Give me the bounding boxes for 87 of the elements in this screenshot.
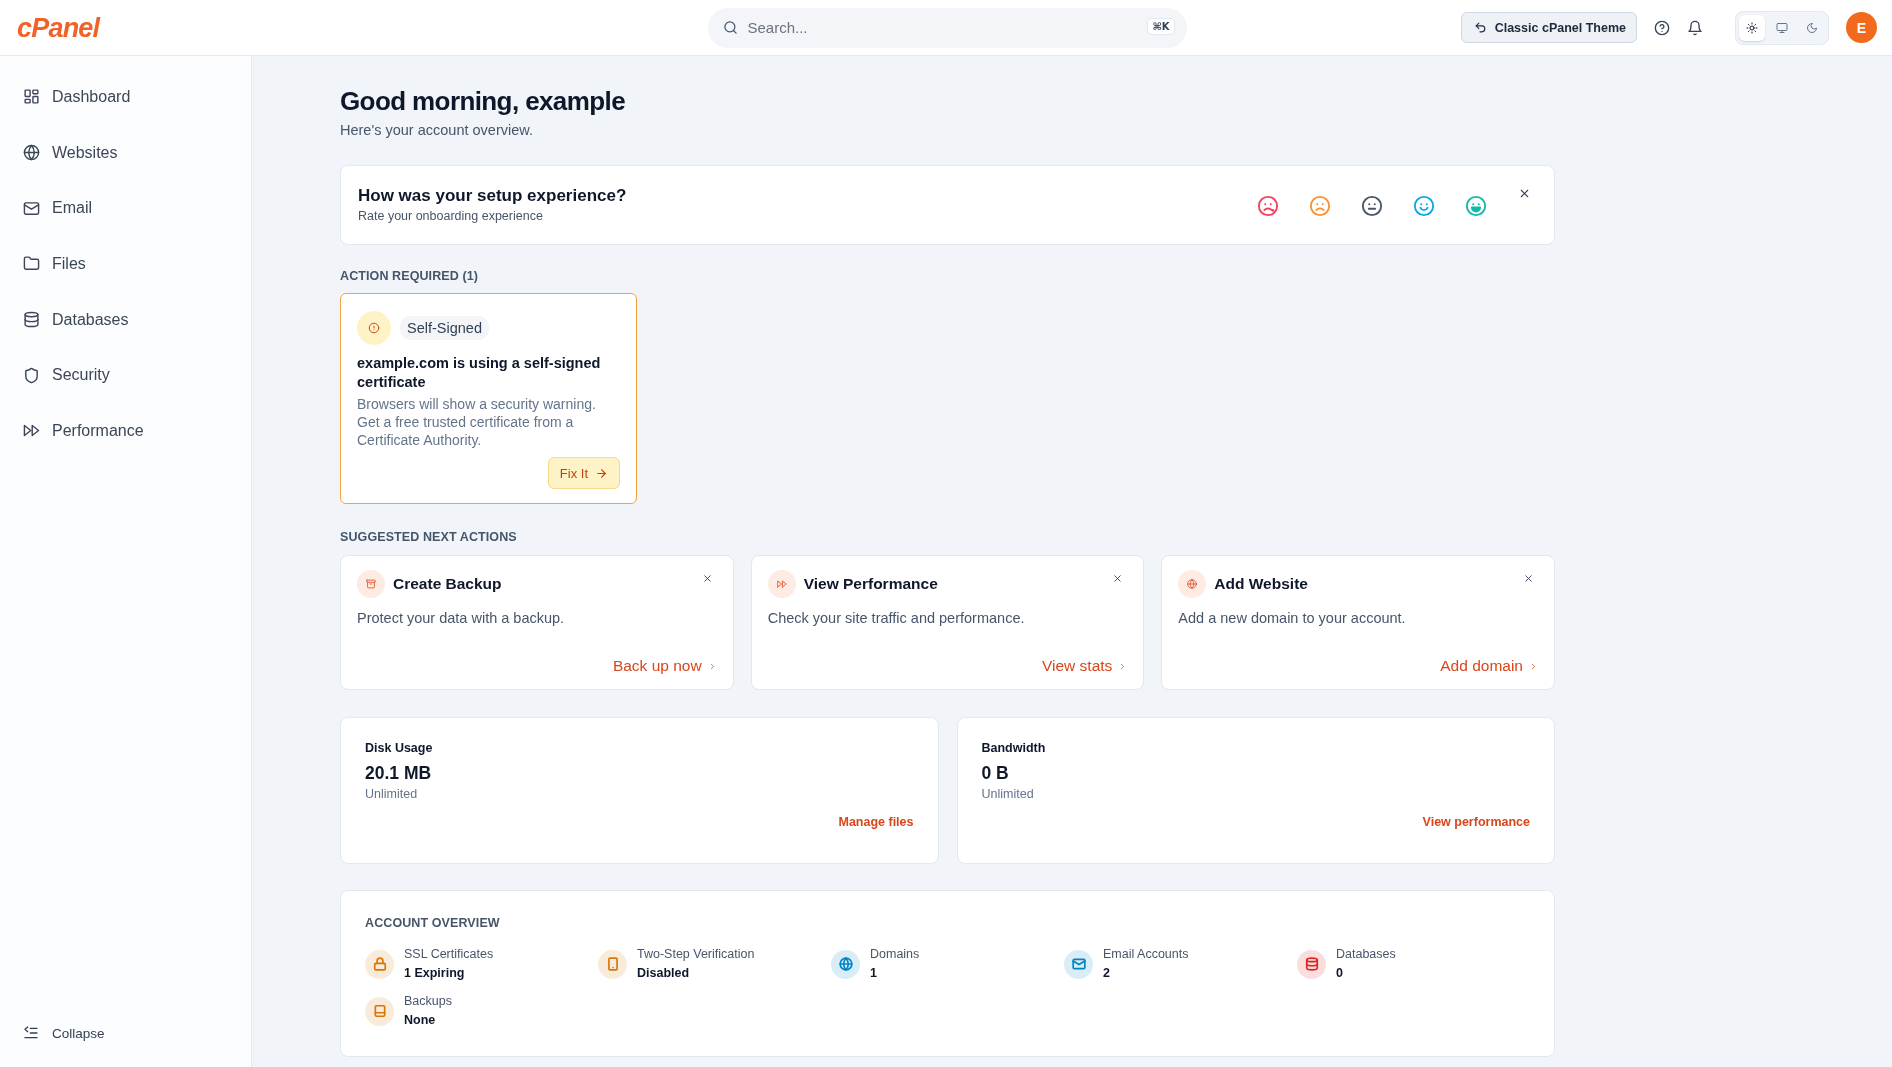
suggestion-description: Protect your data with a backup. [357,609,566,628]
alert-description: Browsers will show a security warning. Get a free trusted certificate from a Certificate Authority. [357,395,597,449]
monitor-icon [1776,21,1788,34]
shield-icon [23,366,40,384]
sidebar-item[interactable]: Files [0,236,251,292]
fast-forward-icon [767,570,796,598]
feedback-subtitle: Rate your onboarding experience [358,208,544,225]
sidebar-item[interactable]: Websites [0,124,251,181]
archive-icon [357,570,385,598]
stat-limit: Unlimited [981,786,1035,803]
close-button[interactable] [1518,187,1531,200]
page-title: Good morning, example [340,85,626,117]
collapse-icon [23,1025,39,1041]
close-button[interactable] [701,573,713,584]
stat-value: 0 B [981,762,1010,784]
smiling-face-icon[interactable] [1413,195,1435,217]
theme-mode-button[interactable] [1739,14,1765,41]
overview-value: 1 Expiring [404,965,466,982]
stat-title: Bandwidth [981,740,1047,757]
lock-icon [365,949,394,979]
database-icon [23,311,40,329]
globe-icon [831,949,860,979]
close-icon [1523,573,1534,584]
status-badge: Self-Signed [400,316,489,340]
sidebar-item[interactable]: Email [0,180,251,237]
overview-value: None [404,1012,437,1029]
folder-icon [23,255,40,273]
chevron-right-icon [1529,661,1538,671]
suggestion-title: View Performance [803,575,939,593]
undo-icon [1473,21,1487,34]
stat-link[interactable]: View performance [1422,815,1530,829]
feedback-title: How was your setup experience? [358,185,628,207]
stat-value: 20.1 MB [365,762,433,784]
dashboard-icon [23,88,40,106]
section-heading: ACTION REQUIRED (1) [340,268,479,284]
sidebar-item[interactable]: Databases [0,291,251,348]
mail-icon [23,199,40,217]
overview-label: Email Accounts [1103,946,1189,963]
tearful-face-icon[interactable] [1257,195,1279,217]
arrow-right-icon [595,466,608,480]
bell-icon[interactable] [1687,19,1703,36]
overview-value: 0 [1336,965,1344,982]
sidebar-item[interactable]: Dashboard [0,69,251,125]
close-button[interactable] [1523,573,1534,584]
overview-label: Backups [404,993,452,1010]
suggestion-description: Add a new domain to your account. [1178,609,1407,628]
suggestion-title: Add Website [1214,575,1309,593]
close-icon [701,573,713,584]
overview-label: Databases [1336,946,1396,963]
moon-icon [1806,21,1818,34]
overview-value: Disabled [637,965,691,982]
close-button[interactable] [1112,573,1124,584]
mail-icon [1064,949,1093,979]
suggestion-description: Check your site traffic and performance. [767,609,1026,628]
overview-label: SSL Certificates [404,946,494,963]
overview-value: 1 [870,965,878,982]
page-subtitle: Here's your account overview. [340,121,534,140]
alert-icon [357,311,391,345]
collapse-button[interactable]: Collapse [0,1015,251,1051]
suggestion-title: Create Backup [393,575,503,593]
section-heading: SUGGESTED NEXT ACTIONS [340,529,518,545]
close-icon [1518,187,1531,200]
overview-value: 2 [1103,965,1111,982]
drive-icon [365,996,394,1026]
suggestion-link[interactable]: Back up now [612,657,717,675]
overview-label: Domains [870,946,920,963]
stat-limit: Unlimited [365,786,419,803]
help-icon[interactable] [1654,19,1670,36]
section-heading: ACCOUNT OVERVIEW [365,915,501,931]
sidebar-item[interactable]: Performance [0,403,251,459]
alert-title: example.com is using a self-signed certificate [357,354,602,392]
suggestion-link[interactable]: View stats [1041,657,1128,675]
fix-it-button[interactable]: Fix It [547,457,620,489]
classic-theme-button[interactable]: Classic cPanel Theme [1460,12,1637,43]
stat-link[interactable]: Manage files [838,815,914,829]
sidebar-item[interactable]: Security [0,347,251,404]
phone-icon [598,949,627,979]
stat-title: Disk Usage [365,740,434,757]
globe-icon [23,144,40,162]
search-icon [722,20,738,35]
suggestion-link[interactable]: Add domain [1440,657,1538,675]
neutral-face-icon[interactable] [1361,195,1383,217]
database-icon [1297,949,1326,979]
overview-label: Two-Step Verification [637,946,755,963]
sun-icon [1746,21,1758,34]
globe-icon [1178,570,1207,598]
close-icon [1112,573,1124,584]
